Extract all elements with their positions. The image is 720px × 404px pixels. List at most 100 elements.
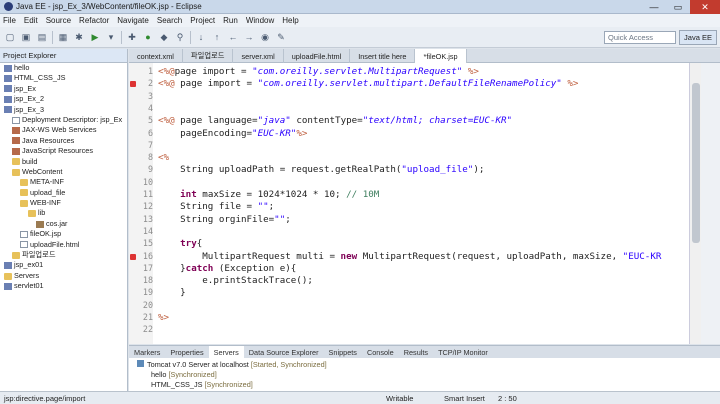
menu-file[interactable]: File [3,16,16,25]
server-module-html-css-js[interactable]: HTML_CSS_JS [Synchronized] [151,380,253,389]
forward-icon[interactable]: → [243,31,255,43]
tree-item[interactable]: JAX-WS Web Services [0,125,127,135]
tree-item[interactable]: fileOK.jsp [0,229,127,239]
tree-item-label: JavaScript Resources [22,146,93,156]
run-icon[interactable]: ▶ [89,31,101,43]
editor-tab[interactable]: server.xml [233,49,284,63]
editor-vertical-scrollbar[interactable] [689,63,701,344]
server-row-tomcat[interactable]: Tomcat v7.0 Server at localhost [Started… [137,360,327,369]
menu-source[interactable]: Source [46,16,71,25]
code-editor[interactable]: 1 <%@page import = "com.oreilly.servlet.M… [129,63,689,344]
bottom-tab[interactable]: Properties [165,348,208,357]
save-icon[interactable]: ▣ [20,31,32,43]
tree-item-label: jsp_ex01 [14,260,44,270]
menu-edit[interactable]: Edit [24,16,38,25]
toggle-mark-icon[interactable]: ✎ [275,31,287,43]
code-line: 9 String uploadPath = request.getRealPat… [129,164,689,176]
editor-tab[interactable]: 파일업로드 [183,49,234,63]
code-line: 7 [129,140,689,152]
tree-item-label: jsp_Ex_2 [14,94,45,104]
tree-item[interactable]: servlet01 [0,281,127,291]
bottom-tab[interactable]: TCP/IP Monitor [433,348,493,357]
external-tools-icon[interactable]: ▾ [105,31,117,43]
server-module-hello[interactable]: hello [Synchronized] [151,370,217,379]
bottom-tab[interactable]: Snippets [324,348,362,357]
tree-item[interactable]: 파일업로드 [0,250,127,260]
maximize-icon[interactable]: ▭ [666,0,690,14]
bottom-tab[interactable]: Data Source Explorer [244,348,324,357]
annotation-prev-icon[interactable]: ↑ [211,31,223,43]
editor-tab-label: context.xml [137,51,174,61]
line-number: 2 [147,78,153,89]
status-bar: jsp:directive.page/import Writable Smart… [0,391,720,404]
tree-item[interactable]: build [0,157,127,167]
module-name: HTML_CSS_JS [151,380,203,389]
menu-navigate[interactable]: Navigate [117,16,149,25]
menu-refactor[interactable]: Refactor [79,16,109,25]
menu-project[interactable]: Project [190,16,215,25]
pin-icon[interactable]: ◉ [259,31,271,43]
editor-tab[interactable]: *fileOK.jsp [415,49,467,63]
server-icon[interactable]: ▦ [57,31,69,43]
tree-item[interactable]: Deployment Descriptor: jsp_Ex [0,115,127,125]
code-text: String uploadPath = request.getRealPath(… [158,164,485,176]
tree-item[interactable]: WebContent [0,167,127,177]
proj-icon [4,95,12,103]
tree-item[interactable]: jsp_Ex [0,84,127,94]
tree-item[interactable]: META-INF [0,177,127,187]
bottom-tab[interactable]: Results [399,348,433,357]
tree-item[interactable]: Servers [0,271,127,281]
back-icon[interactable]: ← [227,31,239,43]
new-java-project-icon[interactable]: ✚ [126,31,138,43]
perspective-java-ee-button[interactable]: Java EE [679,30,717,45]
tree-item[interactable]: upload_file [0,188,127,198]
tree-item[interactable]: Java Resources [0,136,127,146]
tree-item[interactable]: JavaScript Resources [0,146,127,156]
search-icon[interactable]: ⚲ [174,31,186,43]
menu-window[interactable]: Window [246,16,274,25]
folder-icon [12,251,20,259]
code-line: 18 e.printStackTrace(); [129,275,689,287]
module-status: [Synchronized] [168,370,217,379]
menu-help[interactable]: Help [282,16,298,25]
bottom-tab[interactable]: Servers [208,345,244,359]
bottom-tab[interactable]: Markers [129,348,165,357]
tree-item-label: Servers [14,270,40,280]
line-number: 1 [147,66,153,76]
code-line: 11 int maxSize = 1024*1024 * 10; // 10M [129,189,689,201]
tree-item[interactable]: jsp_ex01 [0,260,127,270]
tree-item[interactable]: jsp_Ex_3 [0,105,127,115]
tree-item-label: build [22,156,38,166]
minimize-icon[interactable]: — [642,0,666,14]
close-icon[interactable]: ✕ [690,0,720,14]
save-all-icon[interactable]: ▤ [36,31,48,43]
tree-item[interactable]: uploadFile.html [0,240,127,250]
project-explorer-title: Project Explorer [3,51,57,60]
annotation-next-icon[interactable]: ↓ [195,31,207,43]
tree-item[interactable]: HTML_CSS_JS [0,73,127,83]
status-insert-mode: Smart Insert [444,394,485,403]
tree-item[interactable]: cos.jar [0,219,127,229]
line-number: 15 [142,238,153,249]
editor-tab[interactable]: Insert title here [350,49,416,63]
quick-access-input[interactable]: Quick Access [604,31,676,44]
debug-icon[interactable]: ✱ [73,31,85,43]
tree-item[interactable]: jsp_Ex_2 [0,94,127,104]
code-line: 22 [129,324,689,336]
tree-item[interactable]: hello [0,63,127,73]
editor-tab[interactable]: context.xml [129,49,183,63]
code-line: 6 pageEncoding="EUC-KR"%> [129,128,689,140]
scrollbar-thumb[interactable] [692,83,700,243]
code-line: 13 String orginFile=""; [129,214,689,226]
new-icon[interactable]: ▢ [4,31,16,43]
tree-item[interactable]: lib [0,208,127,218]
editor-tab[interactable]: uploadFile.html [284,49,351,63]
new-class-icon[interactable]: ● [142,31,154,43]
open-type-icon[interactable]: ◆ [158,31,170,43]
menu-run[interactable]: Run [223,16,238,25]
line-number: 13 [142,213,153,224]
bottom-tab[interactable]: Console [362,348,399,357]
tree-item-label: upload_file [30,187,66,197]
tree-item[interactable]: WEB-INF [0,198,127,208]
menu-search[interactable]: Search [157,16,182,25]
